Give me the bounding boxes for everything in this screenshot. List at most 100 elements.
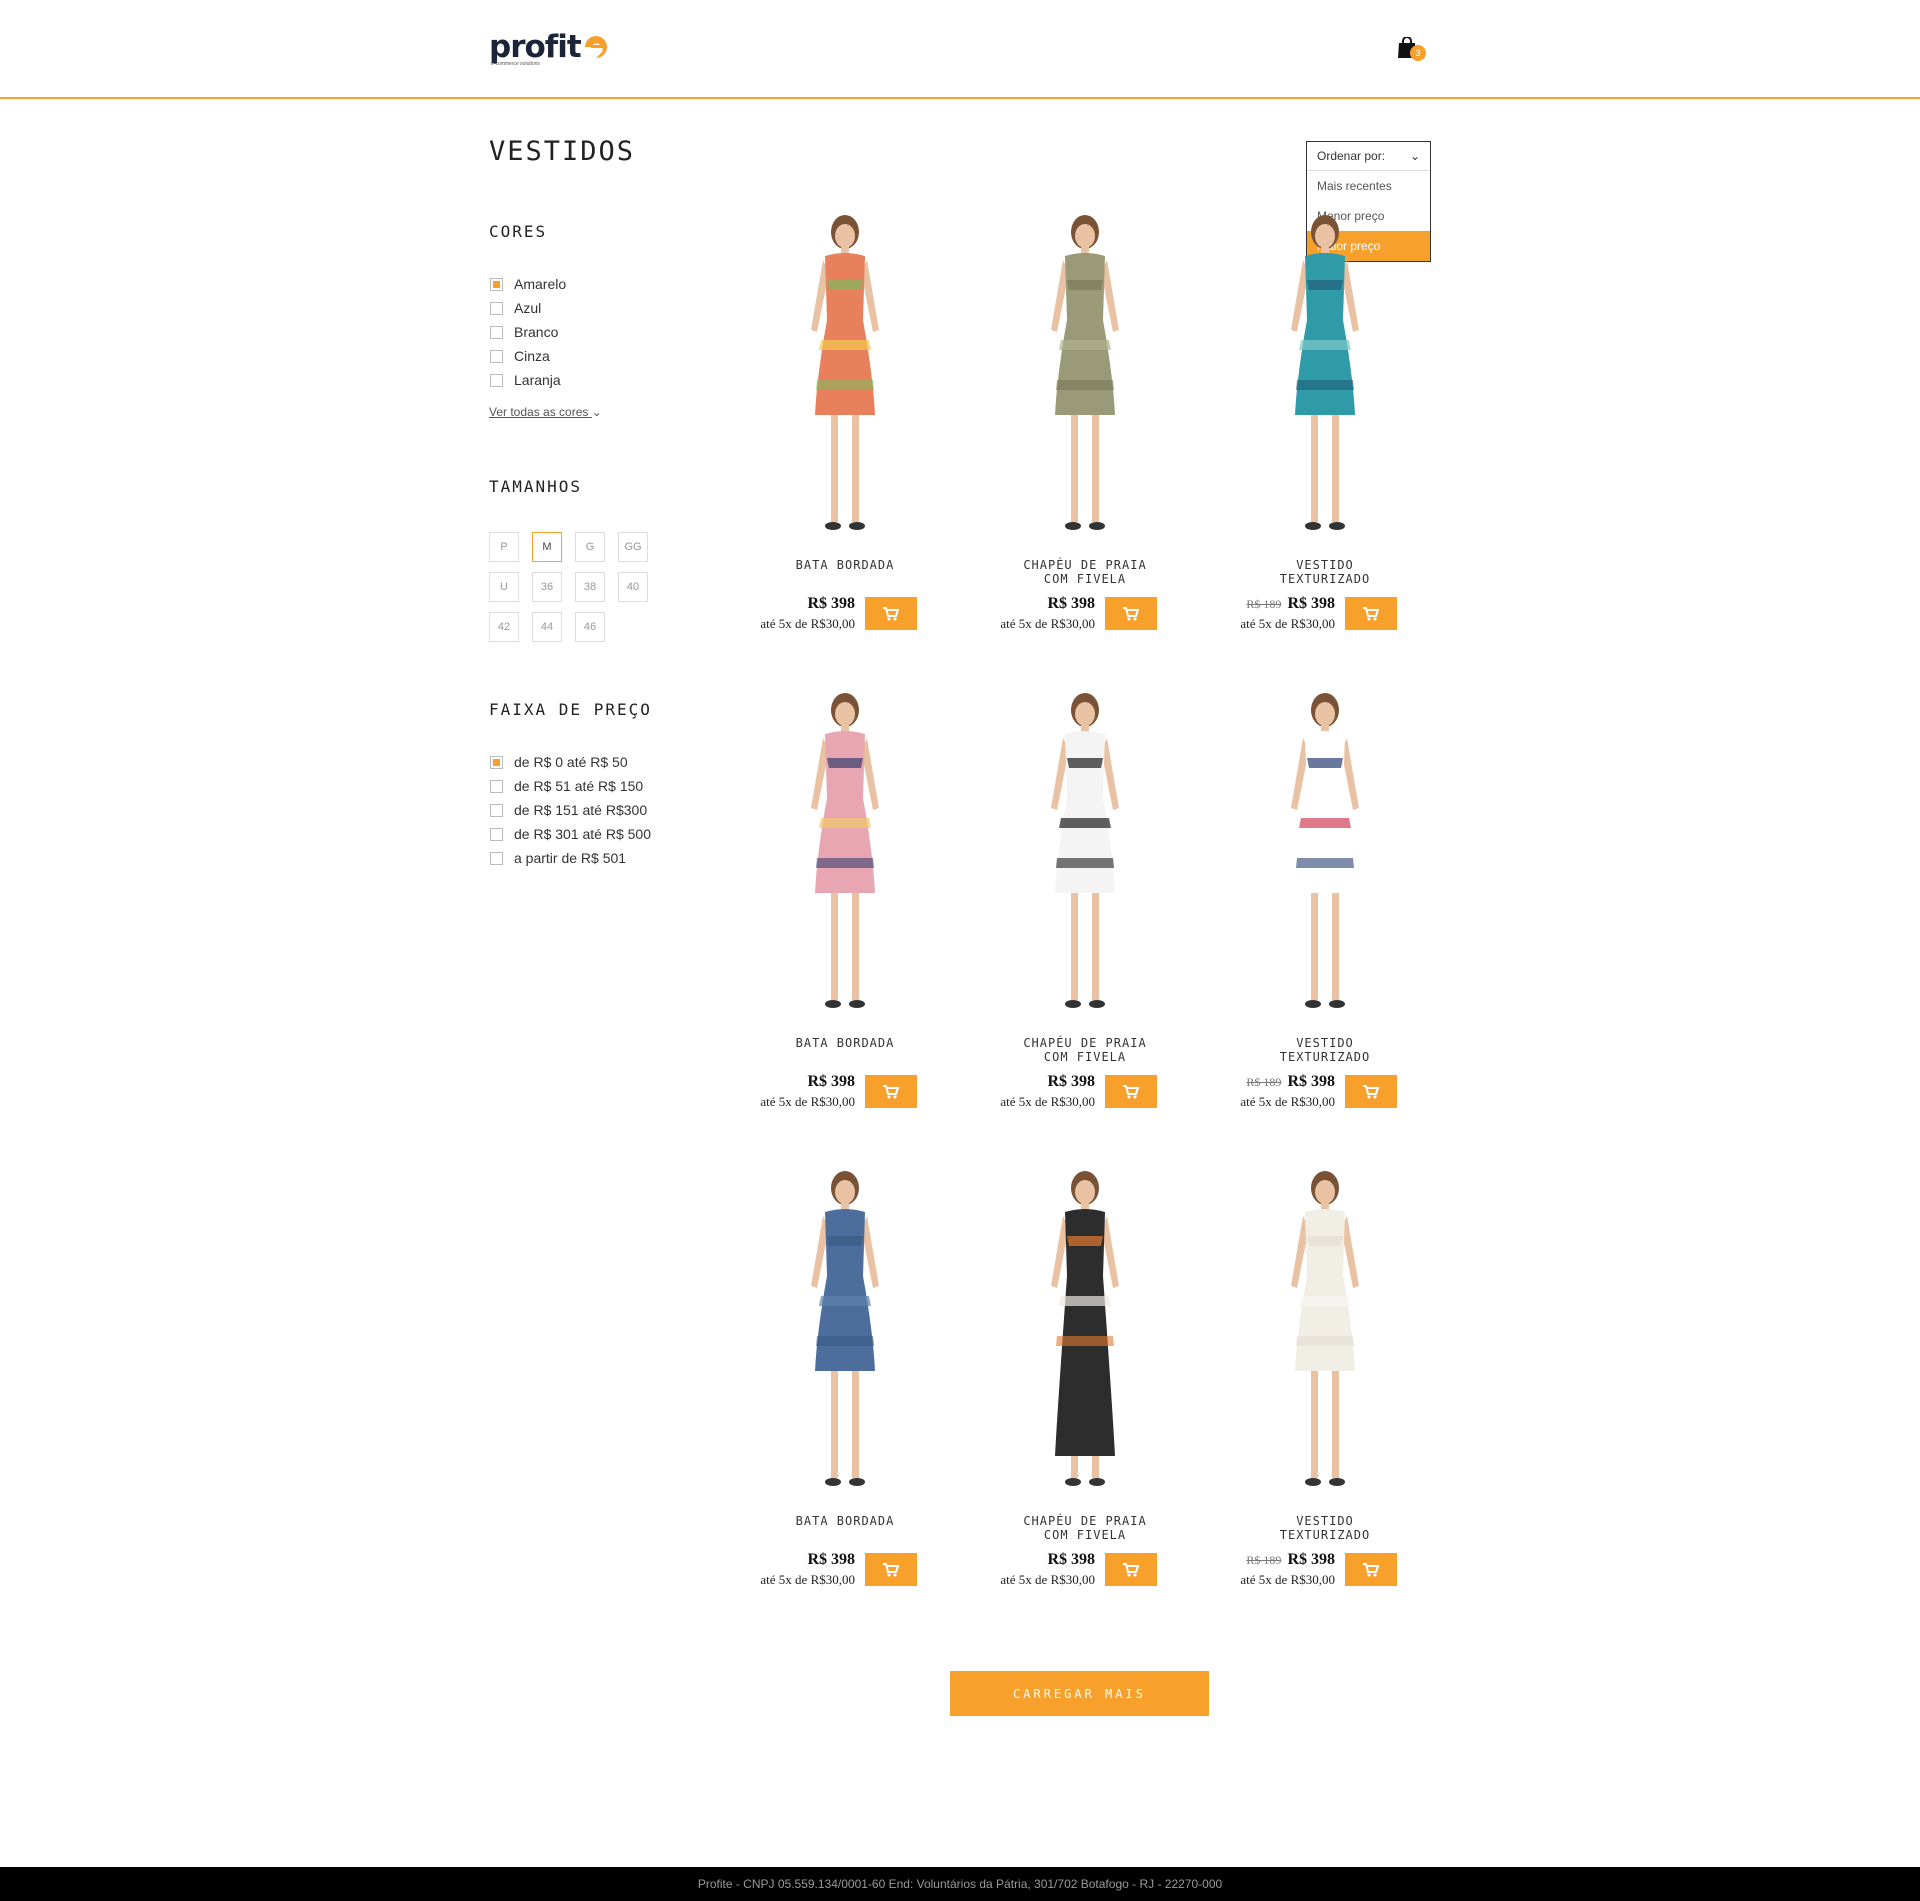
size-option[interactable]: U: [489, 572, 519, 602]
product-name[interactable]: VESTIDO TEXTURIZADO: [1215, 558, 1435, 586]
product-price: R$ 398: [1287, 595, 1335, 612]
installments-text: até 5x de R$30,00: [1000, 616, 1095, 631]
product-price: R$ 398: [1287, 1551, 1335, 1568]
product-card[interactable]: CHAPÉU DE PRAIA COM FIVELA R$ 398 até 5x d…: [975, 1166, 1195, 1611]
size-option[interactable]: M: [532, 532, 562, 562]
add-to-cart-button[interactable]: [1105, 597, 1157, 630]
add-to-cart-button[interactable]: [865, 1075, 917, 1108]
cart-icon: [883, 1562, 899, 1576]
size-option[interactable]: P: [489, 532, 519, 562]
color-filter-item[interactable]: Branco: [490, 320, 566, 344]
product-price: R$ 398: [807, 1073, 855, 1090]
checkbox[interactable]: [490, 301, 503, 315]
product-name[interactable]: CHAPÉU DE PRAIA COM FIVELA: [975, 1514, 1195, 1542]
checkbox[interactable]: [490, 325, 503, 339]
product-name[interactable]: VESTIDO TEXTURIZADO: [1215, 1036, 1435, 1064]
product-image[interactable]: [1235, 688, 1415, 1018]
price-range-label: de R$ 51 até R$ 150: [514, 778, 644, 794]
checkbox[interactable]: [490, 779, 503, 793]
product-name[interactable]: BATA BORDADA: [735, 1514, 955, 1528]
checkbox[interactable]: [490, 827, 503, 841]
product-image[interactable]: [755, 210, 935, 540]
product-card[interactable]: VESTIDO TEXTURIZADO R$ 189 R$ 398 até 5x de…: [1215, 210, 1435, 655]
checkbox[interactable]: [490, 755, 503, 769]
price-range-label: a partir de R$ 501: [514, 850, 627, 866]
size-option[interactable]: 44: [532, 612, 562, 642]
product-card[interactable]: BATA BORDADA R$ 398 até 5x de R$30,00: [735, 1166, 955, 1611]
chevron-down-icon: ⌄: [1409, 149, 1420, 163]
color-filter-item[interactable]: Cinza: [490, 344, 566, 368]
product-name[interactable]: VESTIDO TEXTURIZADO: [1215, 1514, 1435, 1542]
product-image[interactable]: [995, 1166, 1175, 1496]
size-option[interactable]: 46: [575, 612, 605, 642]
cart-icon: [1123, 1084, 1139, 1098]
add-to-cart-button[interactable]: [1345, 597, 1397, 630]
cart-button[interactable]: 3: [1397, 37, 1429, 65]
size-option[interactable]: 40: [618, 572, 648, 602]
product-name[interactable]: CHAPÉU DE PRAIA COM FIVELA: [975, 558, 1195, 586]
size-option[interactable]: 42: [489, 612, 519, 642]
see-all-colors-link[interactable]: Ver todas as cores ⌄: [489, 405, 602, 419]
product-price-box: R$ 398 até 5x de R$30,00: [975, 595, 1095, 632]
product-image[interactable]: [1235, 210, 1415, 540]
product-card[interactable]: CHAPÉU DE PRAIA COM FIVELA R$ 398 até 5x d…: [975, 210, 1195, 655]
add-to-cart-button[interactable]: [1345, 1553, 1397, 1586]
logo-wordmark: profit: [489, 29, 582, 65]
product-card[interactable]: BATA BORDADA R$ 398 até 5x de R$30,00: [735, 210, 955, 655]
cart-icon: [883, 606, 899, 620]
checkbox[interactable]: [490, 373, 503, 387]
add-to-cart-button[interactable]: [1105, 1075, 1157, 1108]
color-filter-item[interactable]: Azul: [490, 296, 566, 320]
product-card[interactable]: CHAPÉU DE PRAIA COM FIVELA R$ 398 até 5x d…: [975, 688, 1195, 1133]
cart-icon: [1123, 1562, 1139, 1576]
checkbox[interactable]: [490, 349, 503, 363]
price-filter-item[interactable]: de R$ 51 até R$ 150: [490, 774, 651, 798]
sort-select[interactable]: Ordenar por: ⌄: [1307, 142, 1430, 171]
installments-text: até 5x de R$30,00: [1000, 1572, 1095, 1587]
checkbox[interactable]: [490, 277, 503, 291]
installments-text: até 5x de R$30,00: [760, 616, 855, 631]
product-card[interactable]: VESTIDO TEXTURIZADO R$ 189 R$ 398 até 5x de…: [1215, 688, 1435, 1133]
price-filter-item[interactable]: de R$ 0 até R$ 50: [490, 750, 651, 774]
add-to-cart-button[interactable]: [865, 1553, 917, 1586]
price-filter-item[interactable]: de R$ 301 até R$ 500: [490, 822, 651, 846]
product-image[interactable]: [755, 1166, 935, 1496]
product-name[interactable]: BATA BORDADA: [735, 1036, 955, 1050]
product-price-box: R$ 398 até 5x de R$30,00: [735, 1551, 855, 1588]
cart-icon: [1363, 1084, 1379, 1098]
size-option[interactable]: 38: [575, 572, 605, 602]
product-card[interactable]: VESTIDO TEXTURIZADO R$ 189 R$ 398 até 5x de…: [1215, 1166, 1435, 1611]
sort-option-recent[interactable]: Mais recentes: [1307, 171, 1430, 201]
product-image[interactable]: [995, 688, 1175, 1018]
cart-icon: [1363, 1562, 1379, 1576]
old-price: R$ 189: [1246, 1553, 1282, 1567]
add-to-cart-button[interactable]: [1345, 1075, 1397, 1108]
size-option[interactable]: 36: [532, 572, 562, 602]
product-image[interactable]: [1235, 1166, 1415, 1496]
installments-text: até 5x de R$30,00: [1240, 616, 1335, 631]
add-to-cart-button[interactable]: [1105, 1553, 1157, 1586]
product-price: R$ 398: [1287, 1073, 1335, 1090]
checkbox[interactable]: [490, 803, 503, 817]
installments-text: até 5x de R$30,00: [1000, 1094, 1095, 1109]
product-price-box: R$ 398 até 5x de R$30,00: [975, 1551, 1095, 1588]
product-card[interactable]: BATA BORDADA R$ 398 até 5x de R$30,00: [735, 688, 955, 1133]
product-image[interactable]: [755, 688, 935, 1018]
load-more-button[interactable]: CARREGAR MAIS: [950, 1671, 1209, 1716]
old-price: R$ 189: [1246, 1075, 1282, 1089]
product-image[interactable]: [995, 210, 1175, 540]
color-filter-item[interactable]: Laranja: [490, 368, 566, 392]
product-name[interactable]: CHAPÉU DE PRAIA COM FIVELA: [975, 1036, 1195, 1064]
checkbox[interactable]: [490, 851, 503, 865]
colors-filter-title: CORES: [489, 222, 548, 241]
product-name[interactable]: BATA BORDADA: [735, 558, 955, 572]
size-option[interactable]: GG: [618, 532, 648, 562]
price-filter-item[interactable]: a partir de R$ 501: [490, 846, 651, 870]
logo[interactable]: profit e-commerce solutions: [489, 29, 612, 67]
product-price: R$ 398: [1047, 1073, 1095, 1090]
size-option[interactable]: G: [575, 532, 605, 562]
add-to-cart-button[interactable]: [865, 597, 917, 630]
price-filter-item[interactable]: de R$ 151 até R$300: [490, 798, 651, 822]
color-filter-item[interactable]: Amarelo: [490, 272, 566, 296]
price-filter-title: FAIXA DE PREÇO: [489, 700, 652, 719]
